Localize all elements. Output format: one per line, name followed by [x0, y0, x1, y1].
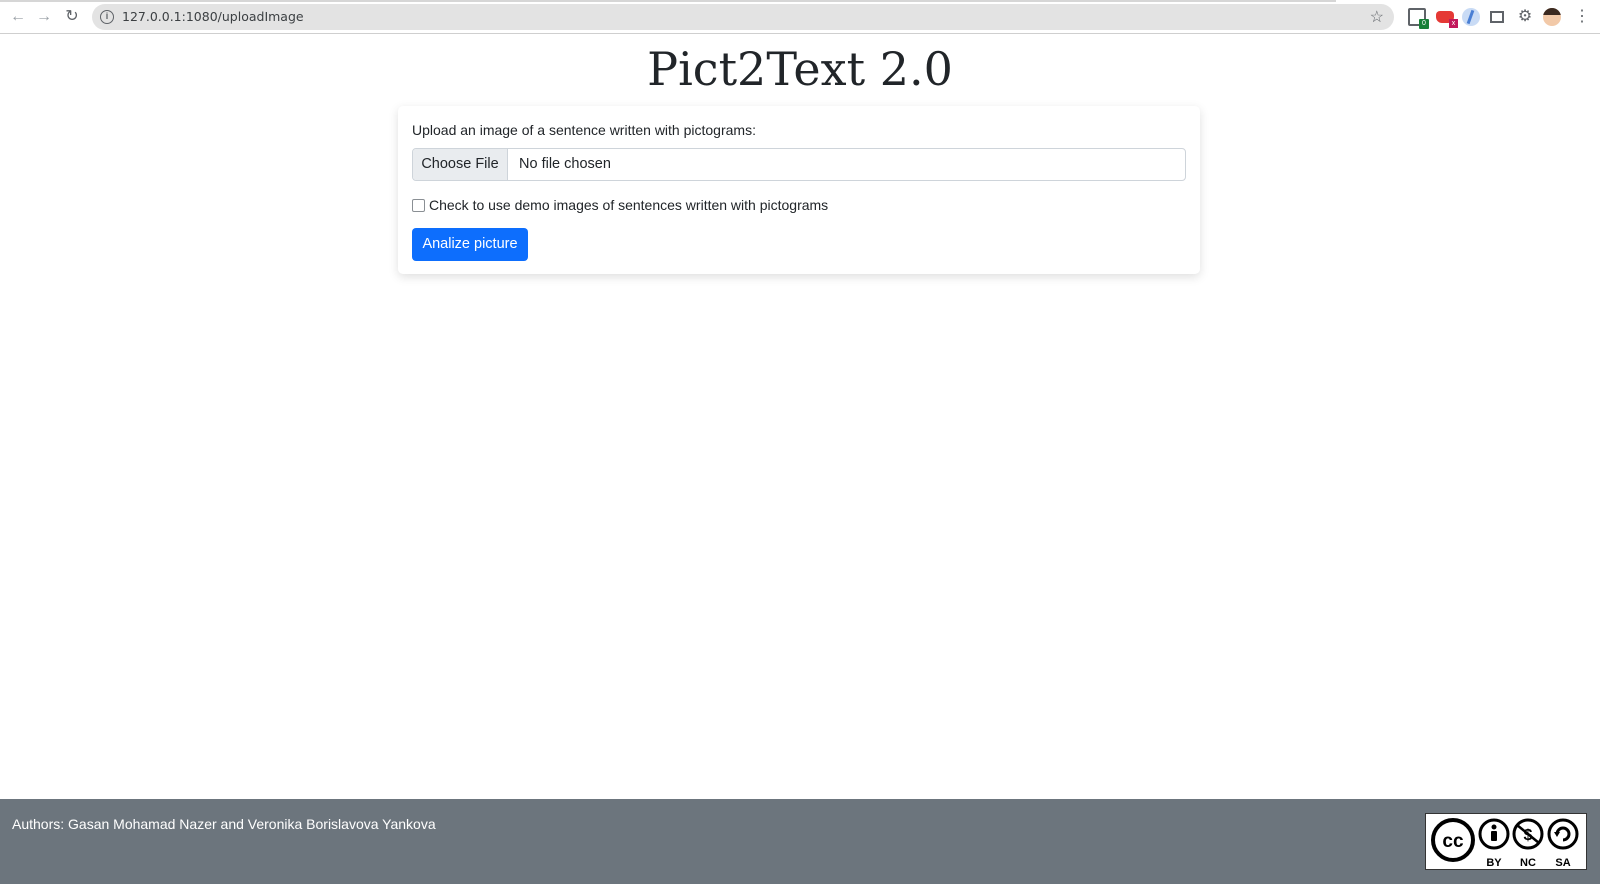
upload-label: Upload an image of a sentence written wi…: [412, 122, 756, 138]
screenshot-icon[interactable]: [1490, 11, 1504, 23]
reload-icon[interactable]: ↻: [62, 7, 82, 27]
file-input[interactable]: Choose File No file chosen: [412, 148, 1186, 181]
cc-license-badge[interactable]: cc $ BY NC SA: [1425, 813, 1587, 870]
license-by-label: BY: [1486, 857, 1502, 869]
sa-icon: [1547, 818, 1579, 850]
browser-menu-icon[interactable]: ⋮: [1574, 8, 1590, 26]
extension-pen-icon[interactable]: [1462, 8, 1480, 26]
back-arrow-icon[interactable]: ←: [8, 7, 28, 27]
page-title: Pict2Text 2.0: [647, 42, 953, 96]
upload-card: Upload an image of a sentence written wi…: [398, 106, 1200, 274]
bookmark-star-icon[interactable]: ☆: [1370, 7, 1384, 27]
file-status-text: No file chosen: [519, 156, 611, 172]
extensions-puzzle-icon[interactable]: ⚙: [1516, 8, 1534, 26]
analize-picture-button[interactable]: Analize picture: [412, 228, 528, 261]
extension-badge: x: [1449, 19, 1458, 28]
choose-file-button[interactable]: Choose File: [413, 149, 508, 180]
browser-toolbar: ← → ↻ i 127.0.0.1:1080/uploadImage ☆ 0 x…: [0, 0, 1600, 34]
license-nc-label: NC: [1520, 857, 1536, 869]
profile-avatar[interactable]: [1543, 8, 1561, 26]
extension-tab-icon[interactable]: 0: [1408, 8, 1429, 29]
footer: Authors: Gasan Mohamad Nazer and Veronik…: [0, 799, 1600, 884]
cc-logo-text: cc: [1442, 831, 1464, 852]
page-load-progress: [0, 0, 1336, 2]
address-bar[interactable]: i 127.0.0.1:1080/uploadImage ☆: [92, 4, 1394, 30]
info-icon[interactable]: i: [100, 10, 114, 24]
demo-checkbox[interactable]: [412, 199, 425, 212]
address-url[interactable]: 127.0.0.1:1080/uploadImage: [122, 9, 304, 24]
license-sa-label: SA: [1555, 857, 1570, 869]
cc-license-icon: cc $ BY NC SA: [1431, 818, 1579, 869]
forward-arrow-icon[interactable]: →: [34, 7, 54, 27]
authors-text: Authors: Gasan Mohamad Nazer and Veronik…: [12, 816, 436, 832]
extension-badge: 0: [1419, 19, 1429, 29]
extension-blocker-icon[interactable]: x: [1436, 11, 1458, 28]
demo-checkbox-label[interactable]: Check to use demo images of sentences wr…: [429, 197, 828, 213]
